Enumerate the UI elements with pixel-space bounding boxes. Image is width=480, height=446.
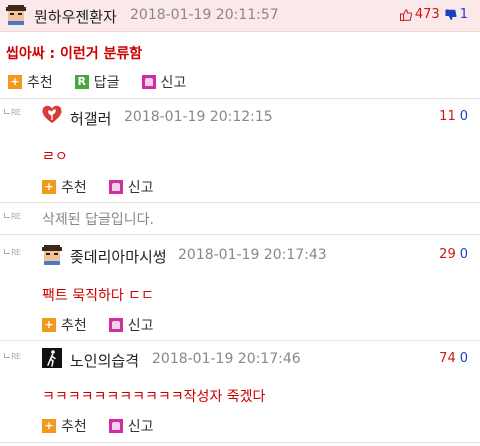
thumbs-up-icon[interactable] [399,8,412,21]
comment-timestamp: 2018-01-19 20:17:46 [152,351,301,367]
report-button[interactable]: 신고 [108,177,154,197]
report-icon [108,318,123,332]
report-icon [108,419,123,433]
report-label: 신고 [127,419,154,435]
thumbs-down-icon[interactable] [445,9,457,21]
comment-score: 74 0 [439,351,468,366]
comment-timestamp: 2018-01-19 20:17:43 [178,247,327,263]
reply-indent-icon: RE [4,248,21,257]
divider [0,340,480,341]
recommend-button[interactable]: + 추천 [8,72,53,92]
divider [0,442,480,443]
reply-icon: R [74,75,89,89]
divider [0,202,480,203]
comment-score: 11 0 [439,109,468,124]
post-actions: + 추천 R 답글 신고 [8,72,208,92]
recommend-label: 추천 [61,318,87,334]
recommend-button[interactable]: + 추천 [42,416,87,436]
report-button[interactable]: 신고 [108,315,154,335]
plus-icon: + [42,180,56,194]
recommend-button[interactable]: + 추천 [42,177,87,197]
post-header: 뭔하우젠환자 2018-01-19 20:11:57 473 1 [0,0,480,32]
reply-indent-icon: RE [4,108,21,117]
comment-author[interactable]: 노인의습격 [70,350,139,371]
report-icon [141,75,156,89]
upvote-count: 473 [414,7,440,22]
heart-avatar-icon [42,105,62,123]
post-timestamp: 2018-01-19 20:11:57 [130,7,279,23]
comment-upvotes: 74 [439,351,456,366]
comment-actions: + 추천 신고 [42,315,176,335]
deleted-comment-text: 삭제된 답글입니다. [42,212,154,228]
post-content: 씹아싸 : 이런거 분류함 [6,46,143,62]
divider [0,98,480,99]
comment-actions: + 추천 신고 [42,416,176,436]
recommend-label: 추천 [61,419,87,435]
comment-score: 29 0 [439,247,468,262]
recommend-label: 추천 [61,180,87,196]
comment-text: ㅋㅋㅋㅋㅋㅋㅋㅋㅋㅋㅋ작성자 죽겠다 [42,389,266,405]
report-label: 신고 [127,318,154,334]
divider [0,234,480,235]
reply-indent-icon: RE [4,212,21,221]
report-label: 신고 [160,75,187,91]
reply-indent-icon: RE [4,352,21,361]
comment-upvotes: 11 [439,109,456,124]
comment-text: ㄹㅇ [42,149,68,165]
black-silhouette-avatar-icon [42,348,62,368]
downvote-count: 1 [459,7,468,22]
comment-author[interactable]: 좆데리아마시썽 [70,246,167,267]
comment-downvotes: 0 [459,109,468,124]
report-label: 신고 [127,180,154,196]
reply-button[interactable]: R 답글 [74,72,120,92]
reply-label: 답글 [93,75,120,91]
comment-actions: + 추천 신고 [42,177,176,197]
pixel-avatar-icon [42,245,62,265]
recommend-button[interactable]: + 추천 [42,315,87,335]
comment-upvotes: 29 [439,247,456,262]
post-votes: 473 1 [399,7,468,22]
comment-text: 팩트 묵직하다 ㄷㄷ [42,288,154,304]
plus-icon: + [42,318,56,332]
report-button[interactable]: 신고 [108,416,154,436]
comment-downvotes: 0 [459,351,468,366]
comment-timestamp: 2018-01-19 20:12:15 [124,109,273,125]
report-icon [108,180,123,194]
pixel-avatar-icon [6,5,26,25]
plus-icon: + [8,75,22,89]
comment-author[interactable]: 허갤러 [70,108,111,129]
recommend-label: 추천 [27,75,53,91]
report-button[interactable]: 신고 [141,72,187,92]
post-author[interactable]: 뭔하우젠환자 [34,6,117,27]
plus-icon: + [42,419,56,433]
comment-downvotes: 0 [459,247,468,262]
